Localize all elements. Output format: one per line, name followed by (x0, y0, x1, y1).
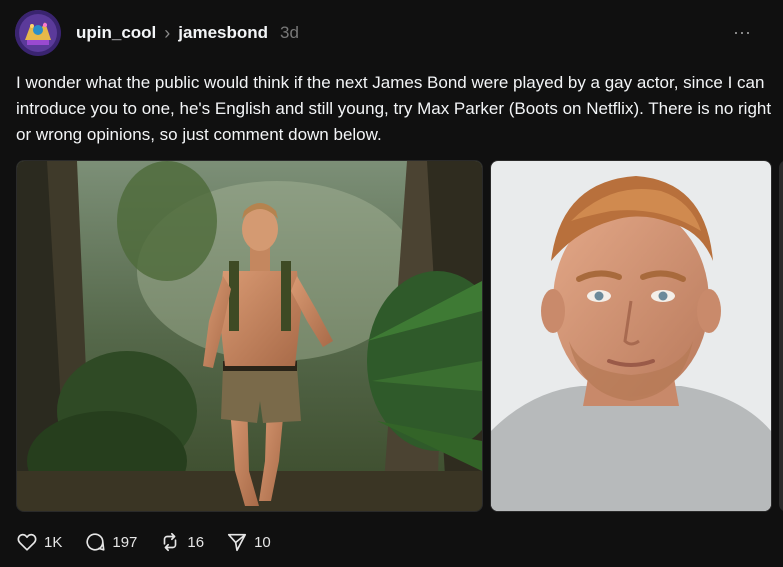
post-actions-bar: 1K 197 16 10 (16, 528, 293, 556)
share-button[interactable]: 10 (226, 531, 271, 553)
more-dots-icon[interactable]: ··· (730, 22, 754, 42)
post-timestamp: 3d (280, 23, 299, 42)
post-image-partial[interactable] (779, 160, 783, 512)
comment-button[interactable]: 197 (84, 531, 137, 553)
repost-arrows-icon (159, 531, 181, 553)
chevron-right-icon: › (164, 22, 171, 43)
share-count: 10 (254, 533, 271, 551)
heart-icon (16, 531, 38, 553)
post-image-forest-runner[interactable] (16, 160, 483, 512)
send-icon (226, 531, 248, 553)
post-image-portrait[interactable] (490, 160, 772, 512)
username-link[interactable]: upin_cool (76, 23, 156, 43)
like-button[interactable]: 1K (16, 531, 62, 553)
post-header: upin_cool › jamesbond 3d (76, 20, 299, 46)
like-count: 1K (44, 533, 63, 551)
repost-count: 16 (187, 533, 205, 551)
avatar[interactable] (15, 10, 61, 56)
topic-link[interactable]: jamesbond (178, 23, 268, 43)
post-body-text: I wonder what the public would think if … (16, 73, 772, 144)
comment-count: 197 (112, 533, 138, 551)
repost-button[interactable]: 16 (159, 531, 204, 553)
thread-post: upin_cool › jamesbond 3d ··· I wonder wh… (0, 0, 783, 567)
comment-bubble-icon (84, 531, 106, 553)
